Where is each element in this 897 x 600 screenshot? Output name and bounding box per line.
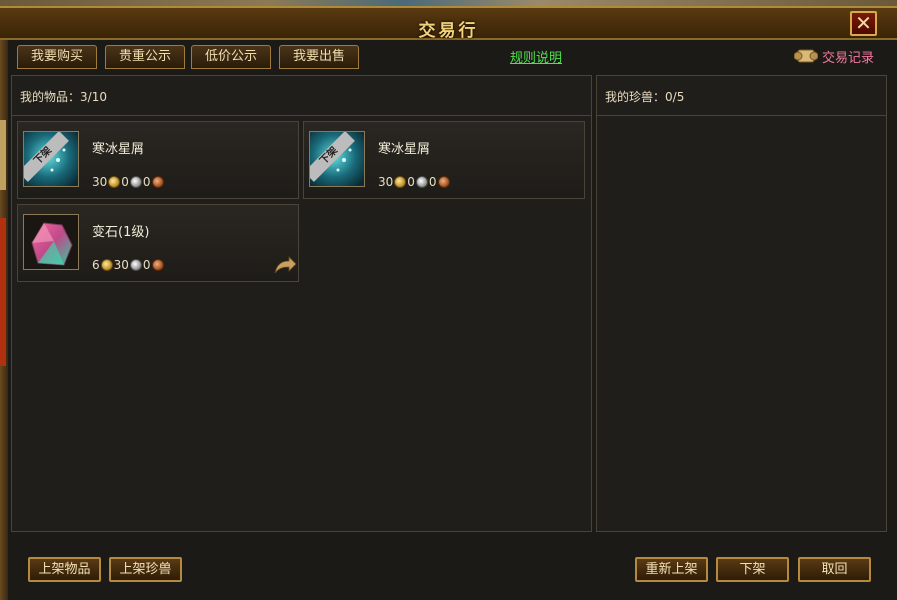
trade-record-button[interactable]: 交易记录: [794, 44, 886, 68]
my-pets-header: 我的珍兽：0/5: [597, 76, 886, 116]
item-price: 6 30 0: [92, 257, 165, 273]
item-card[interactable]: 变石(1级) 6 30 0: [17, 204, 299, 282]
ice-star-shard-icon: 下架: [309, 131, 365, 187]
retrieve-button[interactable]: 取回: [798, 557, 871, 582]
close-button[interactable]: ✕: [850, 11, 877, 36]
price-silver: 0: [407, 174, 415, 189]
copper-coin-icon: [437, 175, 450, 188]
price-copper: 0: [142, 174, 151, 189]
relist-button[interactable]: 重新上架: [635, 557, 708, 582]
tab-valuable-notice[interactable]: 贵重公示: [105, 45, 185, 69]
my-items-count: 3/10: [80, 90, 107, 104]
my-pets-count: 0/5: [665, 90, 685, 104]
price-silver: 0: [121, 174, 129, 189]
gold-coin-icon: [108, 175, 121, 188]
item-name: 寒冰星屑: [92, 142, 145, 157]
rules-link[interactable]: 规则说明: [510, 47, 562, 66]
delist-button[interactable]: 下架: [716, 557, 789, 582]
trade-record-label: 交易记录: [822, 51, 875, 66]
silver-coin-icon: [129, 258, 142, 271]
item-card[interactable]: 下架 寒冰星屑 30 0 0: [303, 121, 585, 199]
my-pets-label: 我的珍兽：: [605, 90, 666, 104]
tab-sell[interactable]: 我要出售: [279, 45, 359, 69]
title-bar: 交易行: [0, 6, 897, 41]
relist-arrow-icon[interactable]: [273, 255, 297, 275]
tab-low-price-notice[interactable]: 低价公示: [191, 45, 271, 69]
window-title: 交易行: [418, 21, 479, 41]
copper-coin-icon: [151, 258, 164, 271]
my-items-label: 我的物品：: [20, 90, 81, 104]
price-silver: 30: [113, 257, 129, 272]
list-pet-button[interactable]: 上架珍兽: [109, 557, 182, 582]
item-price: 30 0 0: [378, 174, 451, 190]
silver-coin-icon: [415, 175, 428, 188]
price-gold: 30: [378, 174, 394, 189]
ice-star-shard-icon: 下架: [23, 131, 79, 187]
my-pets-panel: 我的珍兽：0/5: [596, 75, 887, 532]
gold-coin-icon: [100, 258, 113, 271]
scroll-icon: [794, 49, 818, 63]
item-price: 30 0 0: [92, 174, 165, 190]
list-item-button[interactable]: 上架物品: [28, 557, 101, 582]
item-card[interactable]: 下架 寒冰星屑 30 0 0: [17, 121, 299, 199]
left-frame-border: [0, 40, 8, 600]
my-items-header: 我的物品：3/10: [12, 76, 591, 116]
gold-coin-icon: [394, 175, 407, 188]
copper-coin-icon: [151, 175, 164, 188]
price-copper: 0: [142, 257, 151, 272]
tab-buy[interactable]: 我要购买: [17, 45, 97, 69]
item-name: 变石(1级): [92, 225, 150, 240]
item-name: 寒冰星屑: [378, 142, 431, 157]
price-gold: 6: [92, 257, 100, 272]
price-gold: 30: [92, 174, 108, 189]
silver-coin-icon: [129, 175, 142, 188]
gem-crystal-icon: [23, 214, 79, 270]
price-copper: 0: [428, 174, 437, 189]
